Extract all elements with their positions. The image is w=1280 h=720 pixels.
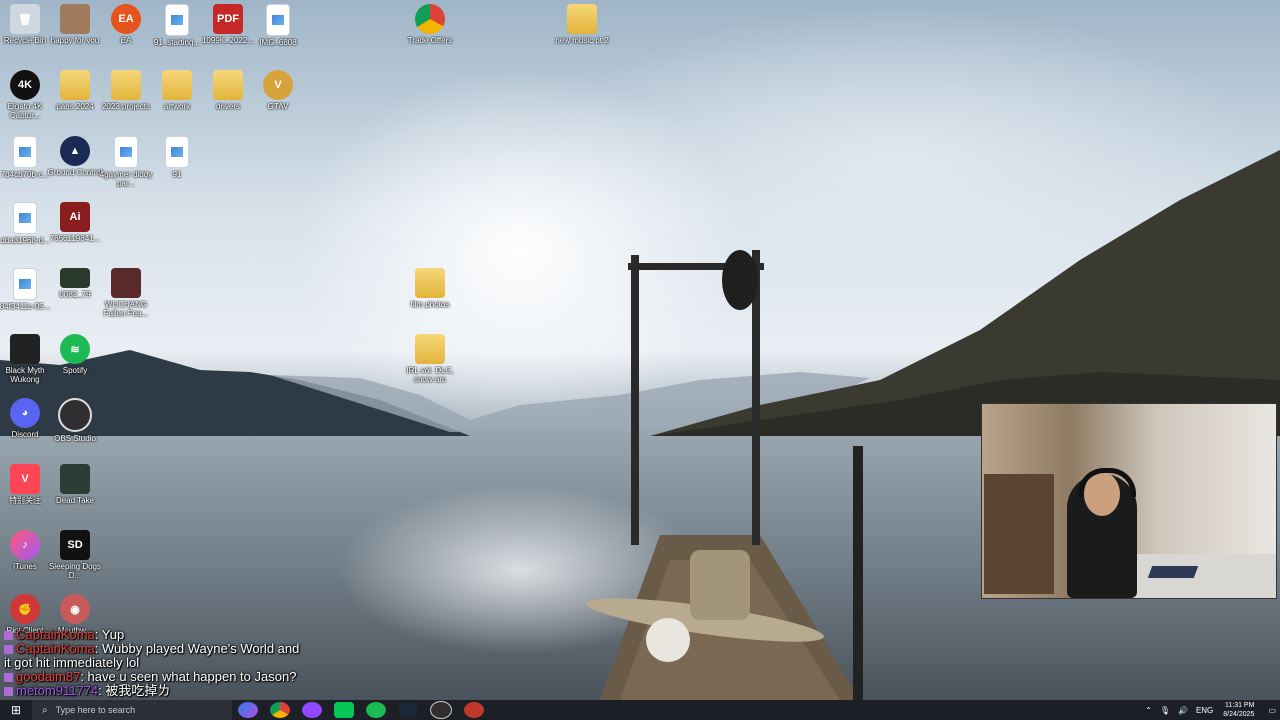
line-icon[interactable] [334,702,354,718]
clock[interactable]: 11:31 PM 8/24/2025 [1223,701,1254,719]
black-myth-wukong-icon [10,334,40,364]
ea-app-icon: EA [111,4,141,34]
copilot-icon[interactable] [238,702,258,718]
chat-text: : have u seen what happen to Jason? [80,669,297,684]
webcam-keyboard [1147,566,1199,578]
mouthwashing-game-icon: ◉ [60,594,90,624]
sleeping-dogs-icon: SD [60,530,90,560]
clock-time: 11:31 PM [1224,702,1255,709]
folder-icon [213,70,243,100]
wuchang-game-icon [111,268,141,298]
discord-icon: ◕ [10,398,40,428]
desktop-icon-film-photos[interactable]: film photos [398,268,462,309]
desktop-icon-7656119841[interactable]: Ai 7656119841... [43,202,107,243]
desktop-icon-91[interactable]: 91 [145,136,209,179]
search-icon: ⌕ [42,704,48,716]
chat-message: metom911774: 被我吃掉ㄌ [4,684,304,698]
video-file-icon [60,268,90,288]
folder-icon [567,4,597,34]
folder-icon [111,70,141,100]
taskbar: ⊞ ⌕ Type here to search ⌃ 🎙 🔊 ENG 11:31 … [0,700,1280,720]
steam-icon[interactable] [398,702,418,718]
volume-icon[interactable]: 🔊 [1178,706,1188,715]
chat-badge-icon [4,631,13,641]
folder-icon [162,70,192,100]
chrome-shortcut-icon [415,4,445,34]
desktop-icon-img-6808[interactable]: IMG_6808 [246,4,310,47]
chat-username: CaptainKoma [16,627,95,642]
folder-icon [60,70,90,100]
clock-date: 8/24/2025 [1223,711,1255,718]
notification-icon[interactable]: ▭ [1268,706,1276,715]
dead-take-game-icon [60,464,90,494]
itunes-icon: ♪ [10,530,40,560]
spotify-icon: ≋ [60,334,90,364]
pdf-file-icon: PDF [213,4,243,34]
desktop-icon-gtav[interactable]: V GTAV [246,70,310,111]
windows-logo-icon: ⊞ [10,703,22,717]
spotify-icon[interactable] [366,702,386,718]
gtav-icon: V [263,70,293,100]
image-file-icon [165,4,189,36]
twitch-icon[interactable] [302,702,322,718]
search-placeholder: Type here to search [55,705,136,715]
desktop-icon-obs[interactable]: OBS Studio [43,398,107,443]
system-tray: ⌃ 🎙 🔊 ENG 11:31 PM 8/24/2025 ▭ [1141,700,1280,720]
microphone-icon[interactable]: 🎙 [1160,706,1170,715]
desktop-icon-dead-take[interactable]: Dead Take [43,464,107,505]
chat-username: CaptainKoma [16,641,95,656]
desktop-icon-sleeping-dogs[interactable]: SD Sleeping Dogs D... [43,530,107,580]
chevron-up-icon[interactable]: ⌃ [1145,706,1152,715]
image-file-icon [266,4,290,36]
headphones-icon [1078,468,1136,497]
chat-message: CaptainKoma: Yup [4,628,304,642]
chrome-icon[interactable] [270,702,290,718]
obs-studio-icon [58,398,92,432]
start-button[interactable]: ⊞ [0,700,32,720]
record-icon[interactable] [464,702,484,718]
chat-badge-icon [4,687,13,697]
image-file-icon [165,136,189,168]
ground-control-icon: ▲ [60,136,90,166]
valorant-icon: V [10,464,40,494]
chat-text: : Yup [94,627,125,642]
chat-text: : 被我吃掉ㄌ [98,683,171,698]
elgato-4k-icon: 4K [10,70,40,100]
desktop-icon-new-music[interactable]: new music pt 2 [550,4,614,45]
image-file-icon [13,136,37,168]
folder-icon [415,268,445,298]
stream-chat-overlay: CaptainKoma: Yup CaptainKoma: Wubby play… [4,628,304,698]
desktop-icon-trade-offers[interactable]: Trade Offers [398,4,462,45]
obs-icon[interactable] [430,701,452,719]
chat-message: goodaim87: have u seen what happen to Ja… [4,670,304,684]
adobe-file-icon: Ai [60,202,90,232]
desktop-icon-wuchang[interactable]: WUCHANG Fallen Fea... [94,268,158,318]
folder-icon [415,334,445,364]
chat-badge-icon [4,673,13,683]
webcam-overlay [981,403,1277,599]
chat-username: goodaim87 [16,669,81,684]
chat-message: CaptainKoma: Wubby played Wayne's World … [4,642,304,670]
desktop-icon-irl-vol[interactable]: IRL vol. DLC, snow arc [398,334,462,384]
chat-username: metom911774 [16,683,99,698]
desktop-icon-spotify[interactable]: ≋ Spotify [43,334,107,375]
image-file-icon [60,4,90,34]
image-file-icon [13,268,37,300]
riot-client-icon: ✊ [10,594,40,624]
taskbar-search-box[interactable]: ⌕ Type here to search [32,700,232,720]
language-indicator[interactable]: ENG [1196,706,1213,715]
image-file-icon [13,202,37,234]
webcam-shelf [984,474,1054,594]
recycle-bin-icon: 🗑 [10,4,40,34]
image-file-icon [114,136,138,168]
chat-badge-icon [4,645,13,655]
